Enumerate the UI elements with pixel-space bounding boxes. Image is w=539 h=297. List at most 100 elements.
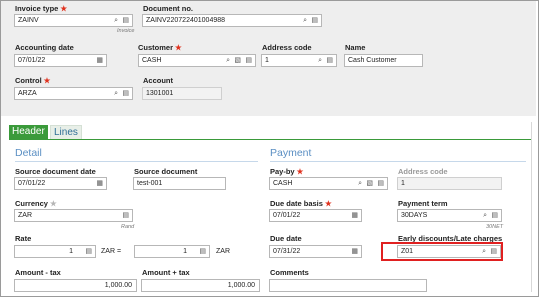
invoice-type-description: Invoice — [117, 28, 135, 34]
search-icon[interactable]: ⌕ — [226, 57, 230, 65]
rate-left-value: 1 — [69, 248, 73, 255]
name-value: Cash Customer — [348, 57, 397, 64]
list-icon[interactable]: ▤ — [85, 248, 92, 256]
due-date-basis-label: Due date basis ★ — [270, 199, 332, 208]
address-code-label: Address code — [262, 43, 312, 52]
invoice-type-label-text: Invoice type — [15, 4, 59, 13]
currency-label: Currency ★ — [15, 199, 57, 208]
list-icon[interactable]: ▤ — [122, 212, 129, 220]
list-icon[interactable]: ▤ — [377, 180, 384, 188]
customer-field[interactable]: CASH ⌕ ▧ ▤ — [138, 54, 256, 67]
source-document-value: test-001 — [137, 180, 163, 187]
accounting-date-label: Accounting date — [15, 43, 74, 52]
document-no-field[interactable]: ZAINV220722401004988 ⌕ ▤ — [142, 14, 322, 27]
calendar-icon[interactable]: ▦ — [96, 180, 103, 188]
amount-tax-value: 1,000.00 — [104, 282, 132, 289]
name-field[interactable]: Cash Customer — [344, 54, 423, 67]
rate-label: Rate — [15, 234, 32, 243]
due-date-value: 07/31/22 — [273, 248, 301, 255]
address-code-value: 1 — [265, 57, 269, 64]
payment-address-code-field: 1 — [397, 177, 502, 190]
invoice-type-value: ZAINV — [18, 17, 39, 24]
control-label: Control ★ — [15, 76, 50, 85]
account-field: 1301001 — [142, 87, 222, 100]
invoice-type-field[interactable]: ZAINV ⌕ ▤ — [14, 14, 133, 27]
payment-section-title: Payment — [270, 147, 312, 159]
payment-term-field[interactable]: 30DAYS ⌕ ▤ — [397, 209, 502, 222]
pay-by-label-text: Pay-by — [270, 167, 295, 176]
due-date-basis-value: 07/01/22 — [273, 212, 301, 219]
detail-section-rule — [15, 161, 258, 162]
payment-term-label: Payment term — [398, 199, 448, 208]
pay-by-value: CASH — [273, 180, 293, 187]
list-icon[interactable]: ▤ — [122, 90, 129, 98]
control-field[interactable]: ARZA ⌕ ▤ — [14, 87, 133, 100]
control-value: ARZA — [18, 90, 37, 97]
calendar-icon[interactable]: ▦ — [96, 57, 103, 65]
tab-header[interactable]: Header — [9, 125, 48, 139]
search-icon[interactable]: ⌕ — [114, 90, 118, 98]
source-document-date-value: 07/01/22 — [18, 180, 46, 187]
amount-plus-tax-field[interactable]: 1,000.00 — [141, 279, 260, 292]
required-marker: ★ — [175, 43, 182, 52]
rate-right-field[interactable]: 1 ▤ — [134, 245, 210, 258]
required-marker: ★ — [296, 167, 304, 176]
calendar-icon[interactable]: ▦ — [351, 212, 358, 220]
tab-lines[interactable]: Lines — [50, 125, 82, 139]
rate-currency-unit: ZAR — [216, 248, 230, 255]
rate-left-field[interactable]: 1 ▤ — [14, 245, 96, 258]
focus-highlight — [381, 242, 503, 261]
required-marker: ★ — [43, 76, 51, 85]
currency-label-text: Currency — [15, 199, 48, 208]
calendar-icon[interactable]: ▦ — [351, 248, 358, 256]
search-icon[interactable]: ⌕ — [358, 180, 362, 188]
list-icon[interactable]: ▤ — [491, 212, 498, 220]
customer-value: CASH — [142, 57, 162, 64]
due-date-basis-label-text: Due date basis — [270, 199, 323, 208]
account-label: Account — [143, 76, 173, 85]
tab-underline — [9, 139, 531, 140]
source-document-label: Source document — [134, 167, 198, 176]
comments-label: Comments — [270, 268, 309, 277]
search-icon[interactable]: ⌕ — [114, 17, 118, 25]
address-code-field[interactable]: 1 ⌕ ▤ — [261, 54, 337, 67]
currency-description: Rand — [121, 224, 135, 230]
accounting-date-field[interactable]: 07/01/22 ▦ — [14, 54, 107, 67]
list-icon[interactable]: ▤ — [199, 248, 206, 256]
comments-field[interactable] — [269, 279, 427, 292]
amount-plus-tax-value: 1,000.00 — [227, 282, 255, 289]
scroll-edge — [531, 122, 532, 292]
due-date-field[interactable]: 07/31/22 ▦ — [269, 245, 362, 258]
search-icon[interactable]: ⌕ — [318, 57, 322, 65]
amount-tax-field[interactable]: 1,000.00 — [14, 279, 137, 292]
list-icon[interactable]: ▤ — [326, 57, 333, 65]
due-date-basis-field[interactable]: 07/01/22 ▦ — [269, 209, 362, 222]
search-icon[interactable]: ⌕ — [303, 17, 307, 25]
payment-term-description: 30NET — [486, 224, 504, 230]
source-document-date-label: Source document date — [15, 167, 96, 176]
pay-by-label: Pay-by ★ — [270, 167, 303, 176]
pay-by-field[interactable]: CASH ⌕ ▧ ▤ — [269, 177, 388, 190]
list-icon[interactable]: ▤ — [245, 57, 252, 65]
list-icon[interactable]: ▤ — [122, 17, 129, 25]
customer-label-text: Customer — [138, 43, 174, 52]
invoice-type-label: Invoice type ★ — [15, 4, 67, 13]
account-value: 1301001 — [146, 90, 174, 97]
control-label-text: Control — [15, 76, 42, 85]
rate-currency-equals: ZAR = — [101, 248, 122, 255]
link-icon[interactable]: ▧ — [366, 180, 373, 188]
payment-term-value: 30DAYS — [401, 212, 428, 219]
required-marker: ★ — [324, 199, 332, 208]
detail-section-title: Detail — [15, 147, 42, 159]
source-document-field[interactable]: test-001 — [133, 177, 226, 190]
rate-right-value: 1 — [183, 248, 187, 255]
document-no-label: Document no. — [143, 4, 193, 13]
payment-section-rule — [270, 161, 526, 162]
amount-tax-label: Amount - tax — [15, 268, 61, 277]
search-icon[interactable]: ⌕ — [483, 212, 487, 220]
currency-field[interactable]: ZAR ▤ — [14, 209, 133, 222]
link-icon[interactable]: ▧ — [234, 57, 241, 65]
source-document-date-field[interactable]: 07/01/22 ▦ — [14, 177, 107, 190]
accounting-date-value: 07/01/22 — [18, 57, 46, 64]
list-icon[interactable]: ▤ — [311, 17, 318, 25]
